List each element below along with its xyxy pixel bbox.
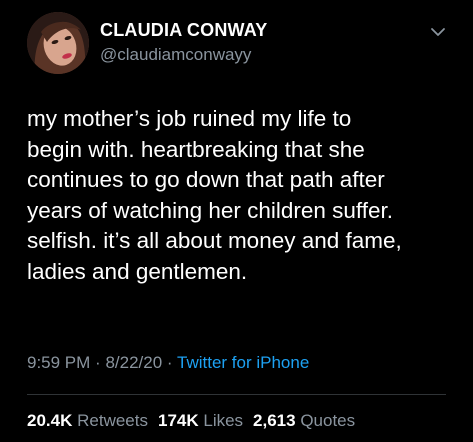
author-name[interactable]: CLAUDIA CONWAY (100, 20, 267, 41)
divider (27, 394, 446, 395)
quotes-stat[interactable]: 2,613 Quotes (253, 411, 355, 430)
meta-separator: · (95, 353, 101, 372)
tweet-time[interactable]: 9:59 PM (27, 353, 90, 372)
quotes-label: Quotes (300, 411, 356, 430)
avatar[interactable] (27, 12, 89, 74)
likes-stat[interactable]: 174K Likes (158, 411, 243, 430)
chevron-down-icon[interactable] (428, 22, 448, 42)
tweet-card: CLAUDIA CONWAY @claudiamconwayy my mothe… (0, 0, 473, 442)
tweet-text: my mother’s job ruined my life to begin … (27, 106, 402, 284)
likes-count: 174K (157, 411, 199, 430)
tweet-source-link[interactable]: Twitter for iPhone (177, 353, 309, 372)
retweets-count: 20.4K (27, 411, 73, 430)
quotes-count: 2,613 (253, 411, 296, 430)
tweet-date[interactable]: 8/22/20 (105, 353, 162, 372)
retweets-label: Retweets (77, 411, 148, 430)
meta-separator: · (166, 353, 173, 372)
author-handle[interactable]: @claudiamconwayy (100, 45, 251, 65)
retweets-stat[interactable]: 20.4K Retweets (27, 411, 148, 430)
tweet-meta: 9:59 PM · 8/22/20 · Twitter for iPhone (27, 353, 309, 373)
avatar-photo (27, 12, 89, 74)
likes-label: Likes (203, 411, 244, 430)
tweet-stats: 20.4K Retweets 174K Likes 2,613 Quotes (27, 411, 355, 431)
